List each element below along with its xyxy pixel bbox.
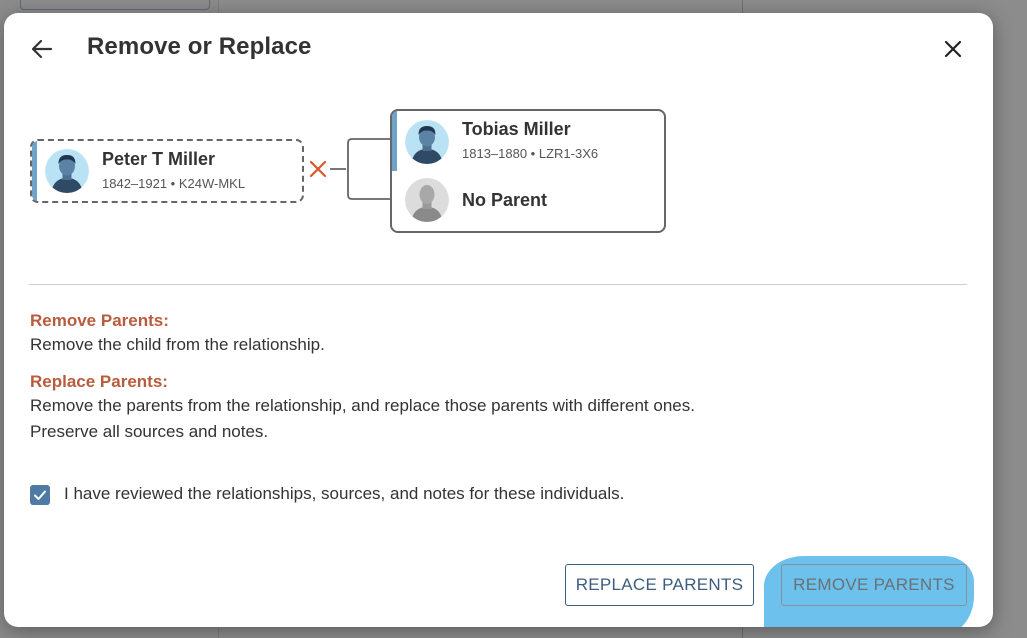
review-confirm-checkbox[interactable] <box>30 485 50 505</box>
section-divider <box>29 284 967 285</box>
review-confirm-label[interactable]: I have reviewed the relationships, sourc… <box>64 484 624 504</box>
relationship-connector <box>330 138 390 200</box>
no-parent-label: No Parent <box>462 190 548 210</box>
remove-parents-description: Remove the child from the relationship. <box>30 335 325 354</box>
card-accent <box>32 141 37 201</box>
father-name: Tobias Miller <box>462 119 571 139</box>
close-button[interactable] <box>939 35 967 63</box>
parents-card[interactable]: Tobias Miller 1813–1880 • LZR1-3X6 No Pa… <box>390 109 666 233</box>
replace-parents-description: Remove the parents from the relationship… <box>30 396 695 415</box>
back-button[interactable] <box>28 35 56 63</box>
remove-replace-dialog: Remove or Replace Peter T Miller 1842–19… <box>4 13 993 627</box>
replace-parents-note: Preserve all sources and notes. <box>30 422 269 441</box>
replace-parents-button[interactable]: REPLACE PARENTS <box>565 564 754 606</box>
remove-x-icon <box>309 160 327 178</box>
card-accent <box>392 111 397 171</box>
father-lifespan-id: 1813–1880 • LZR1-3X6 <box>462 146 599 161</box>
close-icon <box>944 40 962 58</box>
dialog-title: Remove or Replace <box>87 33 312 60</box>
replace-parents-heading: Replace Parents: <box>30 372 168 391</box>
male-avatar-icon <box>45 149 89 193</box>
arrow-left-icon <box>31 39 53 59</box>
child-name: Peter T Miller <box>102 149 216 169</box>
background-field <box>20 0 210 10</box>
remove-parents-button[interactable]: REMOVE PARENTS <box>781 564 967 606</box>
child-person-card[interactable]: Peter T Miller 1842–1921 • K24W-MKL <box>30 139 304 203</box>
checkmark-icon <box>34 490 46 500</box>
unknown-avatar-icon <box>405 178 449 222</box>
remove-parents-heading: Remove Parents: <box>30 311 169 330</box>
male-avatar-icon <box>405 120 449 164</box>
child-lifespan-id: 1842–1921 • K24W-MKL <box>102 176 246 191</box>
